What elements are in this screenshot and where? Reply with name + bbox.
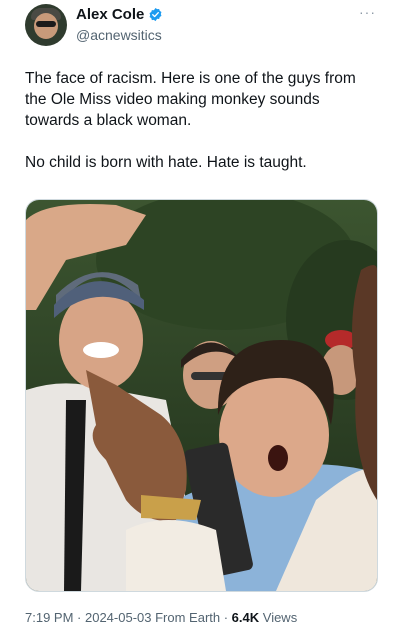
- author-name-row[interactable]: Alex Cole: [76, 6, 163, 23]
- tweet-time[interactable]: 7:19 PM: [25, 610, 73, 625]
- tweet-text: The face of racism. Here is one of the g…: [25, 68, 375, 173]
- author-handle[interactable]: @acnewsitics: [76, 27, 162, 43]
- view-count: 6.4K: [231, 610, 260, 625]
- photo-illustration: [26, 200, 377, 591]
- author-avatar[interactable]: [25, 4, 67, 46]
- tweet-photo[interactable]: [25, 199, 378, 592]
- views-label: Views: [259, 610, 298, 625]
- ellipsis-icon[interactable]: ···: [359, 4, 376, 20]
- tweet-meta: 7:19 PM · 2024-05-03 From Earth · 6.4K V…: [25, 610, 297, 625]
- verified-badge-icon: [149, 7, 162, 22]
- meta-separator: ·: [220, 610, 232, 625]
- tweet-paragraph-1: The face of racism. Here is one of the g…: [25, 70, 356, 129]
- author-name[interactable]: Alex Cole: [76, 6, 144, 23]
- tweet-date[interactable]: 2024-05-03: [85, 610, 152, 625]
- tweet-paragraph-2: No child is born with hate. Hate is taug…: [25, 154, 307, 171]
- avatar-sunglasses: [36, 21, 56, 27]
- meta-separator: ·: [73, 610, 85, 625]
- tweet-source: From Earth: [151, 610, 221, 625]
